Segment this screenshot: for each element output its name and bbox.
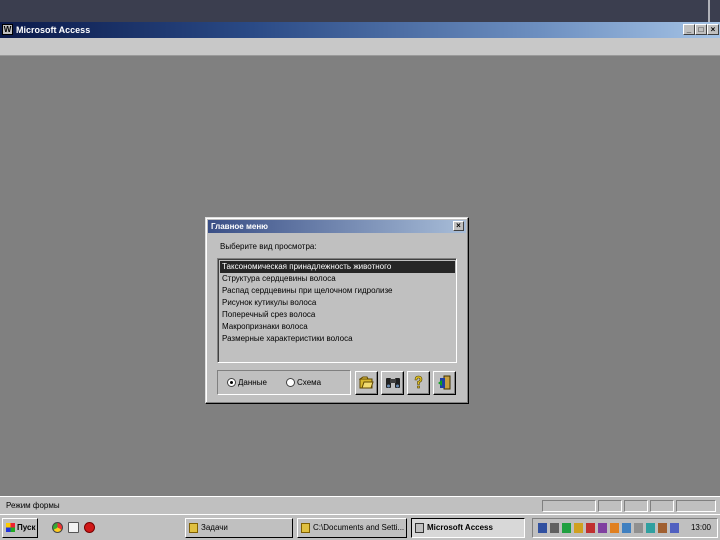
- close-button[interactable]: ×: [707, 24, 719, 35]
- status-panel: [598, 500, 622, 512]
- language-icon[interactable]: [610, 523, 619, 533]
- search-button[interactable]: [381, 371, 404, 395]
- device-icon[interactable]: [658, 523, 667, 533]
- open-button[interactable]: [355, 371, 378, 395]
- clock[interactable]: 13:00: [691, 523, 711, 532]
- help-button[interactable]: [407, 371, 430, 395]
- chrome-icon[interactable]: [52, 522, 63, 533]
- list-item[interactable]: Рисунок кутикулы волоса: [220, 297, 455, 309]
- binoculars-icon: [386, 378, 400, 388]
- radio-schema[interactable]: Схема: [286, 377, 321, 389]
- status-panel: [624, 500, 648, 512]
- top-band-edge: [708, 0, 710, 22]
- volume-icon[interactable]: [634, 523, 643, 533]
- start-button[interactable]: Пуск: [2, 518, 38, 538]
- dialog-title-bar[interactable]: Главное меню ×: [208, 220, 466, 233]
- start-label: Пуск: [17, 523, 36, 532]
- monitor-icon[interactable]: [550, 523, 559, 533]
- task-button-access[interactable]: Microsoft Access: [411, 518, 525, 538]
- bluetooth-icon[interactable]: [622, 523, 631, 533]
- update-icon[interactable]: [574, 523, 583, 533]
- dialog-close-button[interactable]: ×: [453, 221, 464, 231]
- opera-icon[interactable]: [84, 522, 95, 533]
- list-item[interactable]: Поперечный срез волоса: [220, 309, 455, 321]
- exit-button[interactable]: [433, 371, 456, 395]
- status-panel: [542, 500, 596, 512]
- main-menu-dialog: Главное меню × Выберите вид просмотра: Т…: [205, 217, 469, 404]
- list-item[interactable]: Макропризнаки волоса: [220, 321, 455, 333]
- list-item[interactable]: Распад сердцевины при щелочном гидролизе: [220, 285, 455, 297]
- folder-icon: [189, 523, 198, 533]
- dialog-prompt: Выберите вид просмотра:: [220, 242, 317, 251]
- menu-strip: [0, 38, 720, 56]
- access-icon: [415, 523, 424, 533]
- app-title: Microsoft Access: [16, 25, 91, 35]
- help-icon: [414, 375, 423, 389]
- radio-data[interactable]: Данные: [227, 377, 267, 389]
- sync-icon[interactable]: [646, 523, 655, 533]
- dialog-title: Главное меню: [211, 222, 269, 231]
- radio-schema-label: Схема: [297, 378, 322, 387]
- status-text: Режим формы: [6, 501, 60, 510]
- status-bar: Режим формы: [0, 496, 720, 514]
- network-icon[interactable]: [538, 523, 547, 533]
- taskbar: Пуск Задачи C:\Documents and Setti... Mi…: [0, 514, 720, 540]
- view-mode-radio-group: Данные Схема: [217, 370, 351, 395]
- app-title-bar[interactable]: W Microsoft Access _ □ ×: [0, 22, 720, 38]
- exit-door-icon: [438, 375, 451, 390]
- windows-logo-icon: [6, 523, 15, 532]
- folder-icon: [301, 523, 310, 533]
- display-icon[interactable]: [670, 523, 679, 533]
- antivirus-icon[interactable]: [562, 523, 571, 533]
- task-label: Microsoft Access: [427, 523, 493, 532]
- radio-data-label: Данные: [238, 378, 267, 387]
- minimize-button[interactable]: _: [683, 24, 695, 35]
- list-item[interactable]: Таксономическая принадлежность животного: [220, 261, 455, 273]
- radio-schema-dot[interactable]: [286, 377, 295, 387]
- task-label: C:\Documents and Setti...: [313, 523, 405, 532]
- top-band: [0, 0, 720, 22]
- list-item[interactable]: Структура сердцевины волоса: [220, 273, 455, 285]
- status-panel: [650, 500, 674, 512]
- view-listbox[interactable]: Таксономическая принадлежность животного…: [217, 258, 457, 363]
- open-folder-icon: [359, 376, 374, 389]
- radio-data-dot[interactable]: [227, 377, 236, 387]
- task-label: Задачи: [201, 523, 228, 532]
- show-desktop-icon[interactable]: [68, 522, 79, 533]
- alert-icon[interactable]: [586, 523, 595, 533]
- status-panel: [676, 500, 716, 512]
- task-button-documents[interactable]: C:\Documents and Setti...: [297, 518, 407, 538]
- maximize-button[interactable]: □: [695, 24, 707, 35]
- list-item[interactable]: Размерные характеристики волоса: [220, 333, 455, 345]
- system-tray: 13:00: [532, 518, 718, 538]
- task-button-tasks[interactable]: Задачи: [185, 518, 293, 538]
- app-tray-icon[interactable]: [598, 523, 607, 533]
- access-app-icon[interactable]: W: [2, 24, 13, 35]
